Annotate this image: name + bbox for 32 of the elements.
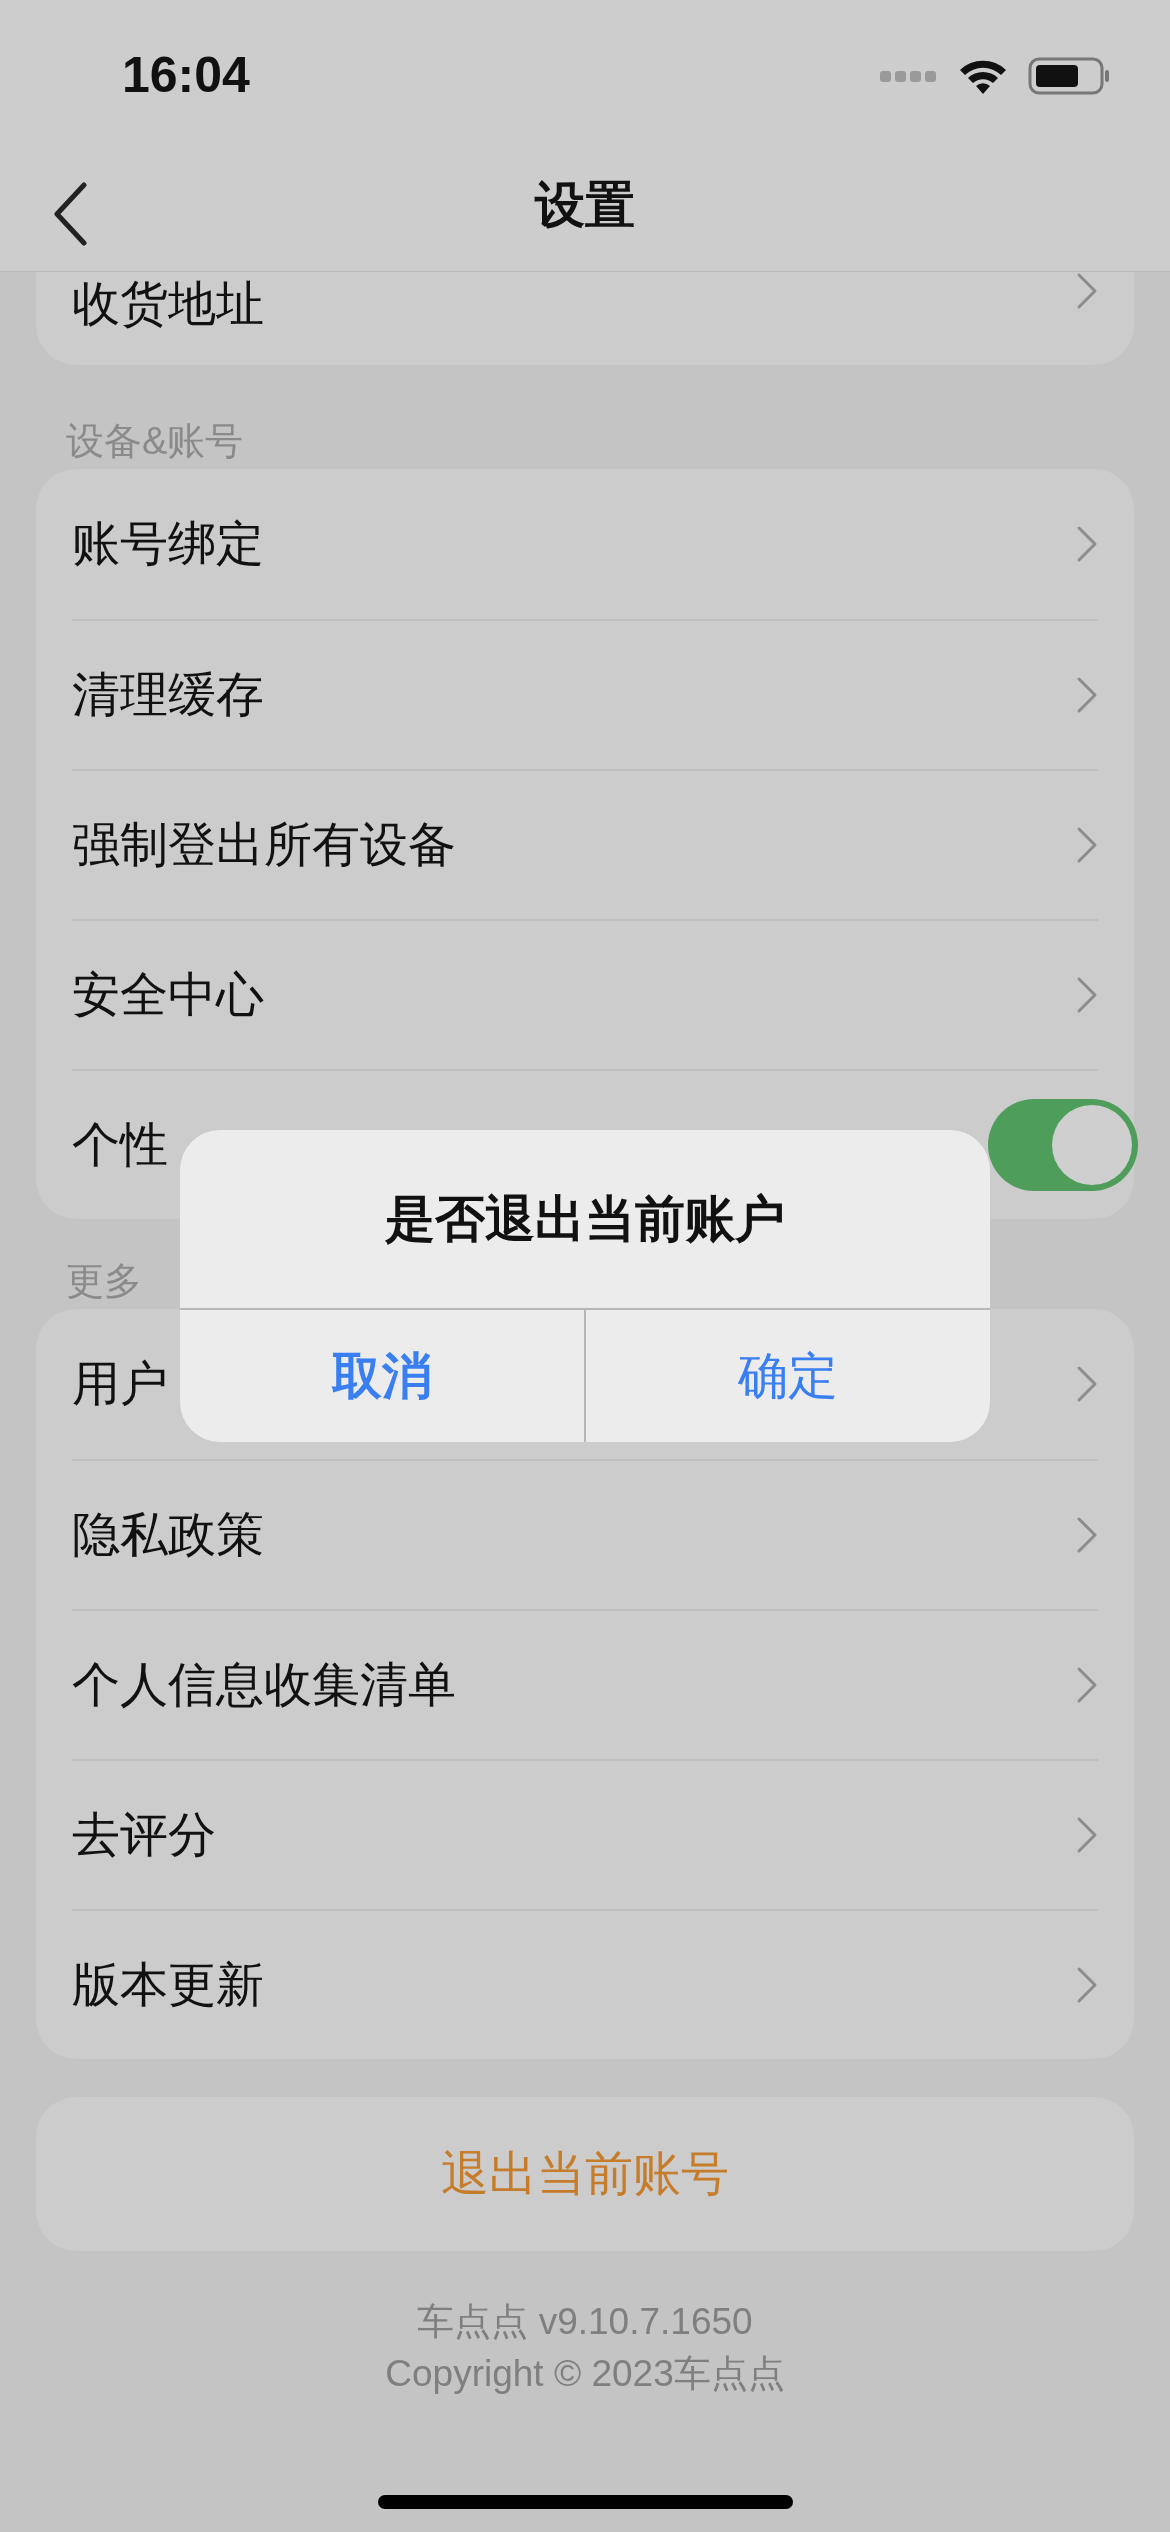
page-title: 设置 — [535, 176, 635, 235]
chevron-icon — [1076, 272, 1098, 310]
settings-item[interactable]: 收货地址 — [72, 276, 264, 332]
settings-item[interactable]: 个性 — [72, 1117, 168, 1173]
settings-item[interactable]: 隐私政策 — [72, 1507, 264, 1563]
settings-item[interactable]: 强制登出所有设备 — [72, 817, 456, 873]
chevron-icon — [1076, 1666, 1098, 1704]
section-header: 更多 — [65, 1261, 143, 1304]
chevron-icon — [1076, 676, 1098, 714]
version-text: 车点点 v9.10.7.1650 — [417, 2300, 753, 2344]
section-header: 设备&账号 — [65, 421, 245, 464]
settings-item[interactable]: 版本更新 — [72, 1957, 264, 2013]
back-icon — [52, 182, 88, 246]
battery-icon — [1028, 57, 1110, 95]
toggle-switch[interactable] — [988, 1099, 1138, 1191]
settings-item[interactable]: 个人信息收集清单 — [72, 1657, 456, 1713]
settings-item[interactable]: 去评分 — [72, 1807, 216, 1863]
copyright-text: Copyright © 2023车点点 — [385, 2352, 785, 2396]
chevron-icon — [1076, 1816, 1098, 1854]
chevron-icon — [1076, 826, 1098, 864]
settings-item[interactable]: 账号绑定 — [72, 516, 264, 572]
signal-icon — [880, 69, 938, 83]
settings-item[interactable]: 安全中心 — [72, 967, 264, 1023]
chevron-icon — [1076, 525, 1098, 563]
dialog-title: 是否退出当前账户 — [385, 1189, 785, 1249]
chevron-icon — [1076, 1966, 1098, 2004]
status-time: 16:04 — [122, 46, 251, 104]
settings-item[interactable]: 用户 — [72, 1356, 168, 1412]
chevron-icon — [1076, 1516, 1098, 1554]
settings-item[interactable]: 清理缓存 — [72, 667, 264, 723]
chevron-icon — [1076, 976, 1098, 1014]
chevron-icon — [1076, 1365, 1098, 1403]
